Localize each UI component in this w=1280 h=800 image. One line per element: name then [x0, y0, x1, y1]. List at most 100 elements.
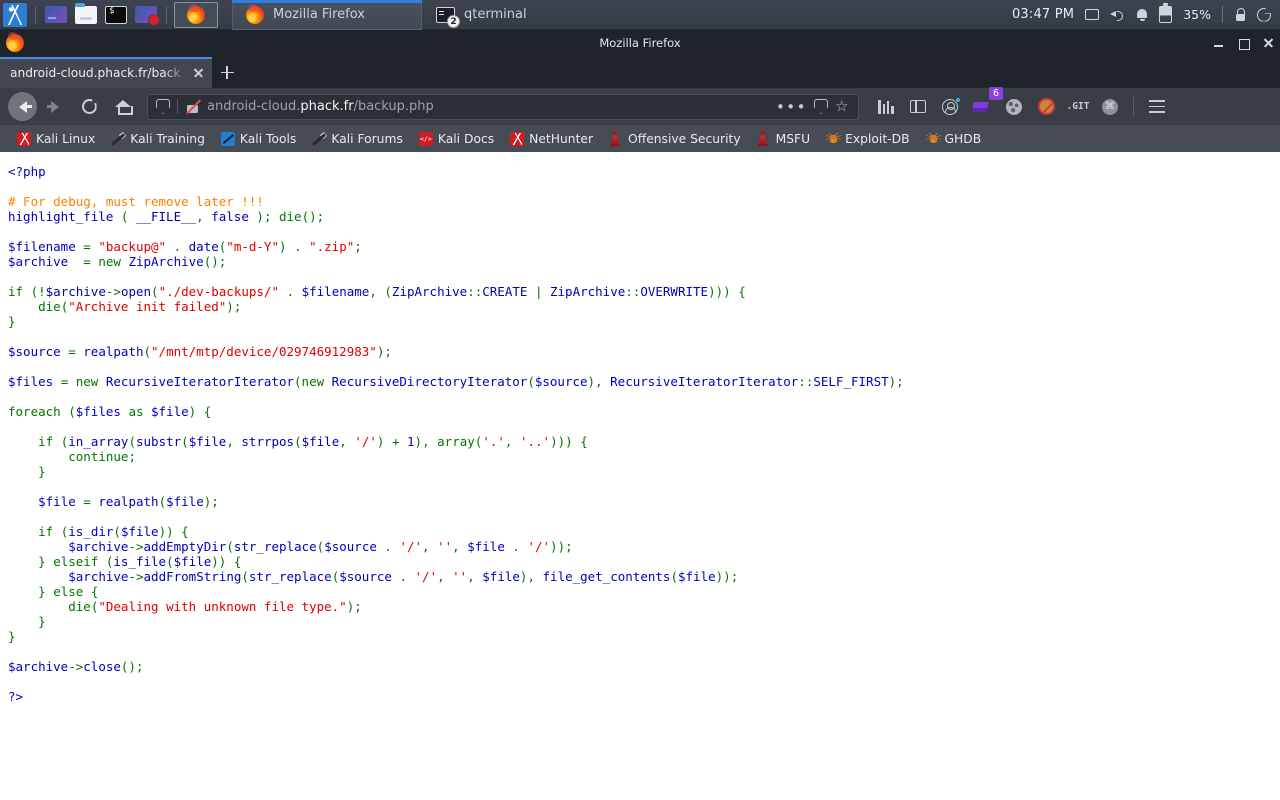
- bookmark-kali-linux[interactable]: Kali Linux: [10, 130, 102, 148]
- url-text: android-cloud.phack.fr/backup.php: [207, 99, 769, 114]
- bookmark-kali-tools[interactable]: Kali Tools: [214, 130, 303, 148]
- library-icon[interactable]: [871, 92, 901, 122]
- url-host: phack.fr: [300, 99, 354, 114]
- screen-recorder-icon[interactable]: [133, 3, 160, 27]
- display-icon[interactable]: [1085, 9, 1100, 20]
- git-icon-label: .GIT: [1066, 101, 1090, 112]
- bookmark-label: Offensive Security: [628, 131, 741, 146]
- bookmark-msfu[interactable]: MSFU: [750, 129, 818, 148]
- divider: [177, 99, 178, 114]
- power-icon[interactable]: [1257, 7, 1271, 22]
- system-tray: 03:47 PM 35%: [1012, 3, 1280, 23]
- extension-circle-icon[interactable]: [1095, 92, 1125, 122]
- url-path: /backup.php: [353, 99, 434, 114]
- bookmark-offensive-security[interactable]: Offensive Security: [602, 129, 748, 148]
- sidebar-icon[interactable]: [903, 92, 933, 122]
- bookmark-star-icon[interactable]: ☆: [835, 99, 850, 114]
- workspace-icon[interactable]: [43, 3, 69, 27]
- navigation-toolbar: android-cloud.phack.fr/backup.php ••• ☆ …: [0, 86, 1280, 125]
- bookmark-label: Kali Forums: [331, 131, 403, 146]
- minimize-button[interactable]: [1213, 38, 1224, 49]
- extension-stack-icon[interactable]: 6: [967, 86, 1003, 122]
- firefox-launcher-icon[interactable]: [174, 1, 218, 28]
- back-button[interactable]: [8, 92, 37, 121]
- bookmark-label: GHDB: [944, 131, 982, 146]
- bookmark-kali-docs[interactable]: Kali Docs: [412, 130, 501, 148]
- taskbar-window-label: qterminal: [464, 7, 527, 22]
- tool-icon: [111, 132, 125, 146]
- bookmark-exploit-db[interactable]: Exploit-DB: [819, 130, 916, 148]
- bookmark-label: Kali Linux: [36, 131, 96, 146]
- battery-icon[interactable]: [1159, 3, 1173, 23]
- taskbar-launchers: [0, 0, 220, 30]
- window-count-badge: 2: [447, 14, 460, 28]
- tracking-protection-shield-icon[interactable]: [156, 99, 170, 114]
- url-prefix: android-cloud.: [207, 99, 301, 114]
- bookmark-nethunter[interactable]: NetHunter: [503, 130, 600, 148]
- insecure-connection-icon[interactable]: [185, 99, 200, 114]
- divider: [1222, 6, 1223, 23]
- close-icon[interactable]: [190, 65, 206, 81]
- tab-strip: android-cloud.phack.fr/back: [0, 56, 1280, 88]
- terminal-icon: 2: [436, 6, 460, 28]
- bookmark-label: MSFU: [775, 131, 811, 146]
- bookmark-label: Exploit-DB: [845, 131, 910, 146]
- tool-icon: [312, 132, 326, 146]
- system-taskbar: Mozilla Firefox 2 qterminal 03:47 PM 35%: [0, 0, 1280, 30]
- browser-toolbar-icons: 6 .GIT: [867, 86, 1172, 122]
- divider: [35, 5, 36, 24]
- offsec-icon: [609, 131, 623, 146]
- divider: [166, 5, 167, 24]
- window-titlebar: Mozilla Firefox: [0, 30, 1280, 56]
- php-source-listing: <?php # For debug, must remove later !!!…: [8, 164, 904, 704]
- bug-icon: [925, 132, 941, 145]
- home-button[interactable]: [107, 91, 139, 123]
- app-menu-icon[interactable]: [1142, 92, 1172, 122]
- tab-label: android-cloud.phack.fr/back: [10, 65, 181, 80]
- git-icon[interactable]: .GIT: [1063, 92, 1093, 122]
- bookmark-kali-training[interactable]: Kali Training: [104, 130, 212, 148]
- offsec-icon: [757, 131, 771, 146]
- close-button[interactable]: [1263, 38, 1274, 49]
- address-bar[interactable]: android-cloud.phack.fr/backup.php ••• ☆: [147, 93, 859, 120]
- account-badge-dot: [955, 96, 961, 103]
- window-title: Mozilla Firefox: [599, 36, 681, 50]
- forward-button[interactable]: [39, 91, 71, 123]
- kali-icon: [17, 131, 31, 146]
- account-icon[interactable]: [935, 92, 965, 122]
- bookmark-ghdb[interactable]: GHDB: [919, 130, 989, 148]
- maximize-button[interactable]: [1238, 38, 1250, 50]
- clock[interactable]: 03:47 PM: [1012, 7, 1074, 22]
- firefox-icon: [6, 32, 24, 52]
- noscript-icon[interactable]: [1031, 92, 1061, 122]
- taskbar-window-label: Mozilla Firefox: [273, 7, 365, 22]
- bookmark-label: Kali Training: [130, 131, 205, 146]
- kali-icon: [510, 131, 525, 146]
- docs-icon: [418, 131, 433, 146]
- cookie-icon[interactable]: [999, 92, 1029, 122]
- notification-bell-icon[interactable]: [1136, 8, 1148, 21]
- file-manager-icon[interactable]: [73, 2, 99, 27]
- firefox-icon: [246, 3, 264, 24]
- new-tab-button[interactable]: [212, 57, 242, 88]
- bookmark-label: Kali Tools: [239, 131, 297, 146]
- volume-icon[interactable]: [1110, 8, 1125, 21]
- bookmark-kali-forums[interactable]: Kali Forums: [305, 130, 410, 148]
- taskbar-window-qterminal[interactable]: 2 qterminal: [422, 0, 612, 30]
- kali-menu-icon[interactable]: [2, 2, 28, 27]
- taskbar-window-firefox[interactable]: Mozilla Firefox: [232, 0, 422, 30]
- page-content: <?php # For debug, must remove later !!!…: [0, 152, 1280, 800]
- reader-view-icon[interactable]: [814, 99, 828, 114]
- bug-icon: [826, 132, 842, 145]
- terminal-icon[interactable]: [103, 3, 129, 27]
- reload-button[interactable]: [73, 91, 105, 123]
- bookmark-label: Kali Docs: [437, 131, 495, 146]
- lock-icon[interactable]: [1234, 8, 1246, 21]
- bookmarks-bar: Kali Linux Kali Training Kali Tools Kali…: [0, 125, 1280, 152]
- divider: [1133, 96, 1134, 117]
- bookmark-label: NetHunter: [529, 131, 594, 146]
- tool-blue-icon: [220, 131, 235, 146]
- page-actions-icon[interactable]: •••: [776, 99, 807, 114]
- taskbar-window-list: Mozilla Firefox 2 qterminal: [232, 0, 1012, 30]
- browser-tab[interactable]: android-cloud.phack.fr/back: [0, 57, 212, 88]
